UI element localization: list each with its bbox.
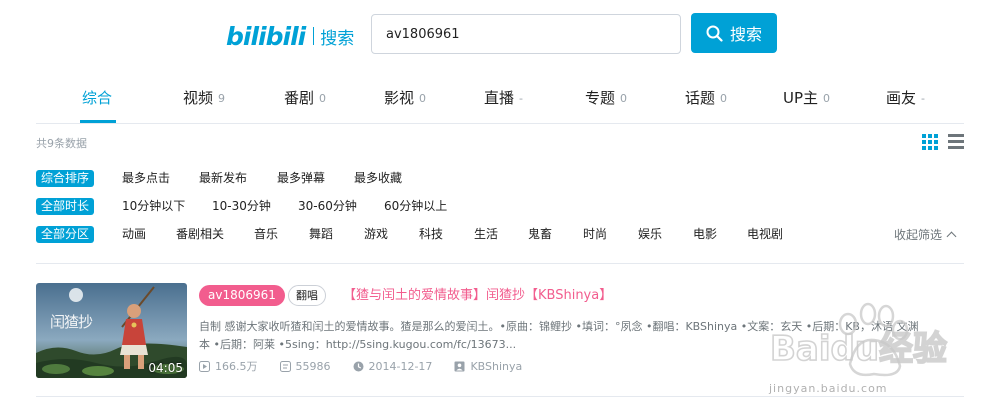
zone-option[interactable]: 时尚 — [583, 225, 607, 243]
thumbnail-caption: 闰猹抄 — [50, 313, 93, 331]
logo-text: bilibili — [226, 21, 306, 51]
tab-count: 0 — [620, 92, 628, 105]
tab-live[interactable]: 直播 - — [484, 87, 523, 108]
duration-option[interactable]: 30-60分钟 — [298, 197, 357, 215]
play-count-icon — [199, 360, 210, 372]
sort-option[interactable]: 最新发布 — [199, 169, 247, 187]
danmaku-count: 55986 — [279, 359, 331, 373]
search-input[interactable] — [386, 26, 666, 42]
tab-all[interactable]: 综合 — [82, 87, 112, 108]
video-title-link[interactable]: 【猹与闰土的爱情故事】闰猹抄【KBShinya】 — [343, 285, 612, 306]
tab-topic[interactable]: 专题 0 — [585, 87, 627, 108]
tab-label: 番剧 — [284, 89, 315, 107]
search-button-label: 搜索 — [729, 25, 762, 44]
tab-video[interactable]: 视频 9 — [183, 87, 225, 108]
video-type-badge[interactable]: 翻唱 — [288, 285, 326, 306]
tab-count: 0 — [720, 92, 728, 105]
description-line: 自制 感谢大家收听猹和闰土的爱情故事。猹是那么的爱闰土。•原曲：锦鲤抄 •填词：… — [199, 320, 919, 333]
zone-option[interactable]: 电影 — [693, 225, 717, 243]
clock-icon — [353, 361, 363, 371]
sort-all-chip[interactable]: 综合排序 — [36, 169, 95, 187]
zone-option[interactable]: 动画 — [122, 225, 146, 243]
duration-option[interactable]: 10分钟以下 — [122, 197, 185, 215]
search-button[interactable]: 搜索 — [691, 13, 777, 53]
search-icon — [706, 25, 723, 42]
zone-option[interactable]: 娱乐 — [638, 225, 662, 243]
tab-label: 专题 — [585, 89, 616, 107]
tab-label: 视频 — [183, 89, 214, 107]
zone-option[interactable]: 舞蹈 — [309, 225, 333, 243]
list-view-icon[interactable] — [948, 134, 964, 150]
sort-option[interactable]: 最多弹幕 — [277, 169, 325, 187]
uploader-name: KBShinya — [470, 359, 523, 373]
tab-movie[interactable]: 影视 0 — [384, 87, 426, 108]
view-count: 166.5万 — [199, 358, 258, 374]
video-thumbnail[interactable]: 闰猹抄 04:05 — [36, 283, 187, 378]
zone-all-chip[interactable]: 全部分区 — [36, 225, 95, 243]
upload-date-value: 2014-12-17 — [368, 359, 433, 373]
tab-count: 0 — [319, 92, 327, 105]
tab-uploader[interactable]: UP主 0 — [783, 87, 830, 108]
tab-label: 综合 — [82, 89, 113, 107]
zone-filter-row: 全部分区 动画 番剧相关 音乐 舞蹈 游戏 科技 生活 鬼畜 时尚 娱乐 电影 … — [36, 225, 886, 243]
user-icon — [454, 361, 465, 371]
av-id-badge: av1806961 — [199, 285, 285, 306]
collapse-filters-button[interactable]: 收起筛选 — [894, 226, 957, 243]
active-tab-indicator — [80, 120, 116, 123]
description-line: 本 •后期：阿莱 •5sing：http://5sing.kugou.com/f… — [199, 338, 517, 351]
tab-count: - — [921, 92, 925, 105]
danmaku-icon — [279, 360, 291, 372]
tab-label: 话题 — [685, 89, 716, 107]
duration-all-chip[interactable]: 全部时长 — [36, 197, 95, 215]
search-box[interactable] — [371, 14, 681, 54]
tab-bangumi[interactable]: 番剧 0 — [284, 87, 326, 108]
duration-option[interactable]: 60分钟以上 — [384, 197, 447, 215]
zone-option[interactable]: 音乐 — [254, 225, 278, 243]
zone-option[interactable]: 番剧相关 — [176, 225, 224, 243]
sort-filter-row: 综合排序 最多点击 最新发布 最多弹幕 最多收藏 — [36, 169, 936, 187]
view-count-value: 166.5万 — [215, 360, 258, 373]
duration-option[interactable]: 10-30分钟 — [212, 197, 271, 215]
zone-option[interactable]: 生活 — [474, 225, 498, 243]
tab-subject[interactable]: 话题 0 — [685, 87, 727, 108]
chevron-up-icon — [946, 231, 957, 242]
logo-separator — [313, 27, 315, 45]
zone-option[interactable]: 游戏 — [364, 225, 388, 243]
sort-option[interactable]: 最多收藏 — [354, 169, 402, 187]
tab-count: 0 — [823, 92, 831, 105]
tab-count: 9 — [218, 92, 226, 105]
sort-option[interactable]: 最多点击 — [122, 169, 170, 187]
tab-count: 0 — [419, 92, 427, 105]
logo-subtitle: 搜索 — [320, 28, 355, 49]
watermark-url: jingyan.baidu.com — [769, 382, 888, 395]
video-duration: 04:05 — [148, 361, 183, 375]
tab-label: UP主 — [783, 89, 819, 107]
video-meta: 166.5万 55986 2014-12-17 KBShinya — [199, 358, 544, 374]
uploader[interactable]: KBShinya — [454, 360, 522, 373]
grid-view-icon[interactable] — [922, 134, 938, 150]
result-count: 共9条数据 — [36, 137, 87, 150]
result-divider — [36, 396, 964, 397]
zone-option[interactable]: 鬼畜 — [528, 225, 552, 243]
collapse-filters-label: 收起筛选 — [894, 228, 943, 242]
zone-option[interactable]: 科技 — [419, 225, 443, 243]
duration-filter-row: 全部时长 10分钟以下 10-30分钟 30-60分钟 60分钟以上 — [36, 197, 936, 215]
tab-label: 影视 — [384, 89, 415, 107]
bilibili-logo[interactable]: bilibili 搜索 — [226, 20, 354, 52]
upload-date: 2014-12-17 — [353, 359, 433, 373]
tab-painter[interactable]: 画友 - — [886, 87, 925, 108]
tab-label: 直播 — [484, 89, 515, 107]
zone-option[interactable]: 电视剧 — [747, 225, 783, 243]
result-tabs: 综合 视频 9 番剧 0 影视 0 直播 - 专题 0 话题 0 UP主 0 画友 - — [36, 78, 964, 124]
danmaku-count-value: 55986 — [295, 359, 331, 373]
tab-label: 画友 — [886, 89, 917, 107]
video-description: 自制 感谢大家收听猹和闰土的爱情故事。猹是那么的爱闰土。•原曲：锦鲤抄 •填词：… — [199, 318, 974, 354]
tab-count: - — [519, 92, 523, 105]
filter-divider — [36, 263, 964, 264]
